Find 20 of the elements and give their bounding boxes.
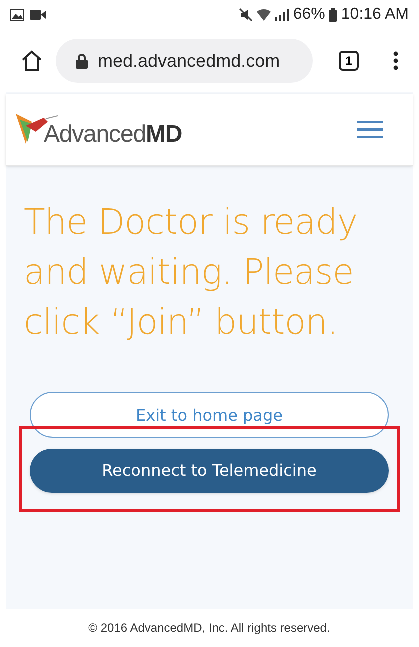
copyright-text: © 2016 AdvancedMD, Inc. All rights reserved.	[88, 620, 330, 637]
signal-icon	[275, 9, 290, 21]
image-icon	[10, 9, 24, 21]
mute-icon	[239, 8, 254, 22]
lock-icon	[76, 54, 88, 68]
url-text: med.advancedmd.com	[98, 50, 280, 72]
video-camera-icon	[30, 10, 46, 20]
address-bar[interactable]: med.advancedmd.com	[56, 39, 313, 83]
battery-icon	[329, 8, 338, 22]
clock-time: 10:16 AM	[341, 5, 409, 25]
battery-percent: 66%	[293, 5, 326, 25]
reconnect-button[interactable]: Reconnect to Telemedicine	[30, 449, 389, 493]
exit-button[interactable]: Exit to home page	[30, 392, 389, 438]
more-menu-icon[interactable]	[393, 51, 399, 71]
wifi-icon	[257, 9, 272, 21]
tab-count[interactable]: 1	[339, 51, 359, 71]
menu-icon[interactable]	[357, 120, 383, 138]
ready-message: The Doctor is ready and waiting. Please click “Join” button.	[23, 202, 359, 345]
home-icon[interactable]	[20, 49, 44, 73]
logo-text: AdvancedMD	[44, 120, 182, 150]
